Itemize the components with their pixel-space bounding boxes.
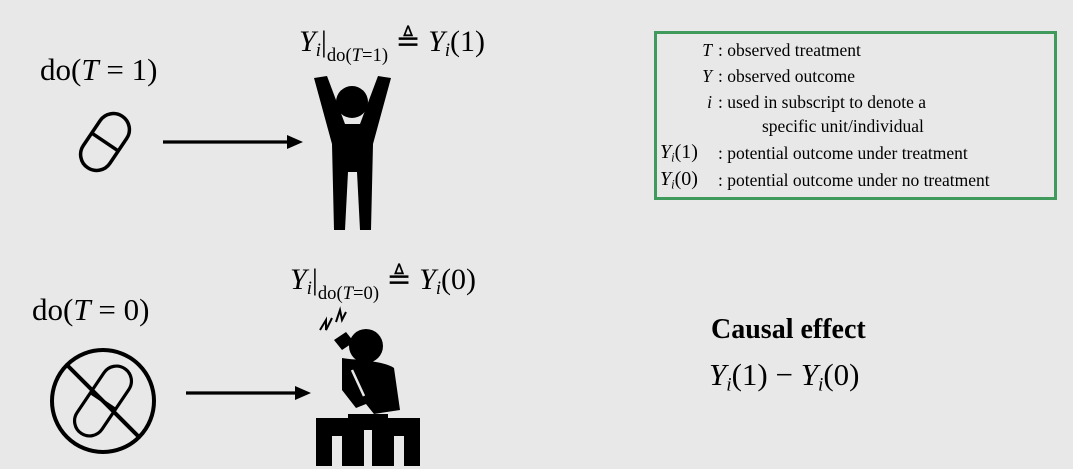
- control-do-label: do(T = 0): [32, 292, 150, 327]
- treatment-equation: Yi|do(T=1) ≜ Yi(1): [299, 25, 485, 67]
- pill-icon: [78, 111, 132, 173]
- sad-person-icon: [316, 306, 420, 466]
- control-equation: Yi|do(T=0) ≜ Yi(0): [290, 263, 476, 305]
- no-pill-icon: [50, 348, 156, 454]
- right-arrow-icon: [186, 386, 311, 400]
- happy-person-icon: [314, 76, 391, 230]
- causal-effect-title: Causal effect: [711, 314, 866, 345]
- causal-effect-formula: Yi(1) − Yi(0): [709, 357, 860, 396]
- legend-box: T: observed treatment Y: observed outcom…: [654, 31, 1057, 200]
- right-arrow-icon: [163, 135, 303, 149]
- treatment-do-label: do(T = 1): [40, 52, 158, 87]
